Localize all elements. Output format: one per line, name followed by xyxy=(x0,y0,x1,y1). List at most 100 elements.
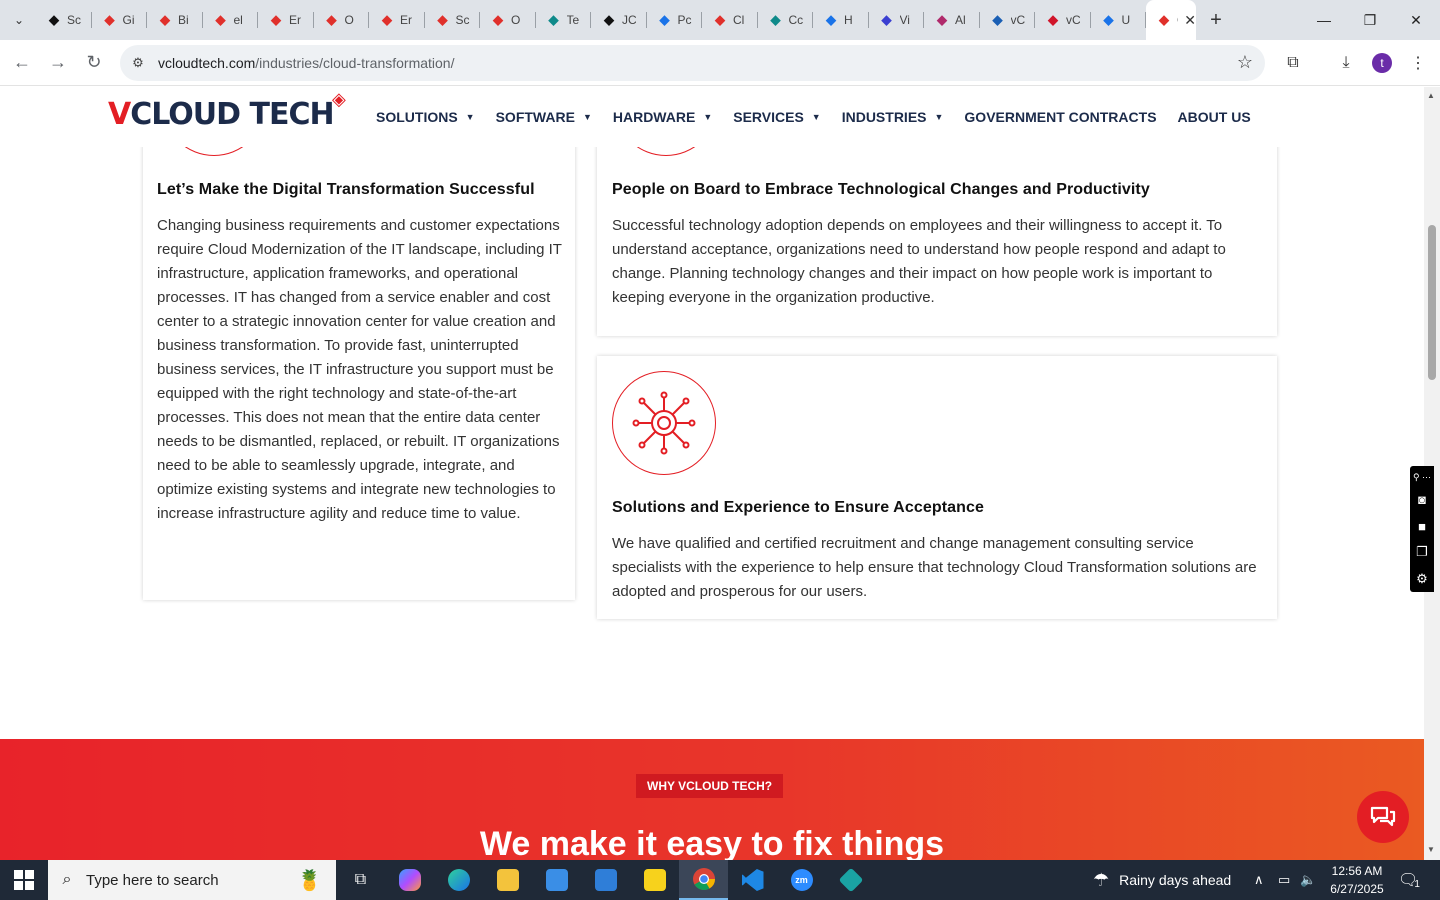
active-tab-title: Cl xyxy=(1177,13,1178,27)
avatar: t xyxy=(1372,53,1392,73)
video-icon[interactable]: ■ xyxy=(1418,513,1426,539)
zoom-icon[interactable]: zm xyxy=(777,860,826,900)
back-button[interactable]: ← xyxy=(4,45,40,81)
tab-search-button[interactable]: ⌄ xyxy=(6,7,32,33)
tab-title: H xyxy=(844,13,853,27)
scroll-up-icon[interactable]: ▲ xyxy=(1427,91,1435,100)
browser-tab[interactable]: ◆ el xyxy=(203,0,259,40)
download-icon[interactable]: ⤓ xyxy=(1331,48,1361,78)
red-v-icon: ◆ xyxy=(1048,12,1058,27)
task-view-icon[interactable]: ⧉ xyxy=(336,860,385,900)
nav-item-hardware[interactable]: HARDWARE ▼ xyxy=(613,109,712,125)
logo-text: CLOUD TECH xyxy=(130,97,334,132)
gitlab-like-red-icon: ◆ xyxy=(104,12,115,27)
volume-icon[interactable]: 🔈 xyxy=(1300,860,1316,900)
edge-icon[interactable] xyxy=(434,860,483,900)
chrome-icon[interactable] xyxy=(679,860,728,900)
scroll-thumb[interactable] xyxy=(1428,225,1436,380)
more-menu-icon[interactable]: ⋮ xyxy=(1403,48,1433,78)
browser-tab[interactable]: ◆ Cc xyxy=(758,0,814,40)
logo-tag-icon: ◈ xyxy=(332,89,346,110)
browser-tab[interactable]: ◆ O xyxy=(480,0,536,40)
app-diamond-icon[interactable] xyxy=(826,860,875,900)
browser-tab[interactable]: ◆ Er xyxy=(258,0,314,40)
restore-button[interactable]: ❐ xyxy=(1347,0,1393,40)
chat-button[interactable] xyxy=(1357,791,1409,843)
extensions-icon[interactable]: ⧉ xyxy=(1278,48,1308,78)
red-diamond-icon: ◆ xyxy=(715,12,725,27)
forward-button[interactable]: → xyxy=(40,45,76,81)
browser-tab[interactable]: ◆ Al xyxy=(924,0,980,40)
windows-logo-icon xyxy=(14,870,34,890)
network-gear-icon xyxy=(632,391,696,455)
browser-tab[interactable]: ◆ U xyxy=(1091,0,1147,40)
weather-widget[interactable]: ☂ Rainy days ahead xyxy=(1093,860,1231,900)
browser-tab[interactable]: ◆ JC xyxy=(591,0,647,40)
tab-title: JC xyxy=(622,13,636,27)
browser-tab-strip: ⌄ ◆ Sc ◆ Gi ◆ Bi ◆ el ◆ Er ◆ O ◆ Er ◆ Sc ◆ O ◆ Te ◆ JC ◆ Pc ◆ Cl ◆… xyxy=(0,0,1440,40)
why-badge: WHY VCLOUD TECH? xyxy=(636,774,784,798)
tab-title: Sc xyxy=(455,13,470,27)
link-icon[interactable]: ⚲ ⋯ xyxy=(1413,469,1431,487)
tab-title: Te xyxy=(566,13,580,27)
mail-icon[interactable] xyxy=(581,860,630,900)
show-hidden-icons[interactable]: ∧ xyxy=(1254,860,1264,900)
browser-tab[interactable]: ◆ Vi xyxy=(869,0,925,40)
close-window-button[interactable]: ✕ xyxy=(1393,0,1439,40)
tab-title: Sc xyxy=(67,13,81,27)
site-info-icon[interactable]: ⚙ xyxy=(124,49,152,77)
settings-gear-icon[interactable]: ⚙ xyxy=(1416,566,1428,592)
sticky-notes-icon[interactable] xyxy=(630,860,679,900)
nav-item-services[interactable]: SERVICES ▼ xyxy=(733,109,820,125)
store-icon[interactable] xyxy=(532,860,581,900)
network-icon[interactable]: ▭ xyxy=(1278,860,1290,900)
browser-tab[interactable]: ◆ Gi xyxy=(92,0,148,40)
nav-item-solutions[interactable]: SOLUTIONS ▼ xyxy=(376,109,475,125)
nav-item-about-us[interactable]: ABOUT US xyxy=(1178,109,1251,125)
browser-tab[interactable]: ◆ vC xyxy=(1035,0,1091,40)
start-button[interactable] xyxy=(0,860,48,900)
browser-tab[interactable]: ◆ O xyxy=(314,0,370,40)
browser-tab[interactable]: ◆ Pc xyxy=(647,0,703,40)
browser-tab[interactable]: ◆ Cl xyxy=(702,0,758,40)
nav-item-government-contracts[interactable]: GOVERNMENT CONTRACTS xyxy=(964,109,1156,125)
notification-center-icon[interactable]: 🗨 1 xyxy=(1398,860,1420,900)
vscode-icon[interactable] xyxy=(728,860,777,900)
url-text[interactable]: vcloudtech.com/industries/cloud-transfor… xyxy=(158,55,454,71)
bookmark-star-icon[interactable]: ☆ xyxy=(1237,52,1253,73)
reload-button[interactable]: ↻ xyxy=(76,45,112,81)
address-bar[interactable]: ⚙ vcloudtech.com/industries/cloud-transf… xyxy=(120,45,1265,81)
nav-item-label: GOVERNMENT CONTRACTS xyxy=(964,109,1157,125)
nav-item-software[interactable]: SOFTWARE ▼ xyxy=(496,109,592,125)
teal-circle-icon: ◆ xyxy=(548,12,559,27)
browser-tab[interactable]: ◆ Er xyxy=(369,0,425,40)
browser-tab[interactable]: ◆ Bi xyxy=(147,0,203,40)
taskbar-search[interactable]: ⌕ Type here to search 🍍 xyxy=(48,860,336,900)
minimize-button[interactable]: — xyxy=(1301,0,1347,40)
chat-bubbles-icon xyxy=(1370,806,1396,827)
browser-tab[interactable]: ◆ Te xyxy=(536,0,592,40)
browser-tab[interactable]: ◆ Sc xyxy=(36,0,92,40)
tab-title: Er xyxy=(289,13,301,27)
chevron-down-icon: ⌄ xyxy=(13,13,25,27)
screen-capture-toolbar: ⚲ ⋯ ◙ ■ ❐ ⚙ xyxy=(1410,466,1434,592)
card-body: Successful technology adoption depends o… xyxy=(612,217,1226,306)
nav-item-industries[interactable]: INDUSTRIES ▼ xyxy=(842,109,944,125)
scroll-down-icon[interactable]: ▼ xyxy=(1427,845,1435,854)
profile-button[interactable]: t xyxy=(1367,48,1397,78)
nav-item-label: ABOUT US xyxy=(1177,109,1251,125)
file-explorer-icon[interactable] xyxy=(483,860,532,900)
camera-icon[interactable]: ◙ xyxy=(1418,487,1426,513)
close-tab-icon[interactable]: ✕ xyxy=(1184,12,1196,29)
browser-tab[interactable]: ◆ Sc xyxy=(425,0,481,40)
new-tab-button[interactable]: + xyxy=(1202,6,1230,34)
browser-tab[interactable]: ◆ vC xyxy=(980,0,1036,40)
teal-circle-icon: ◆ xyxy=(770,12,781,27)
active-tab[interactable]: ◆ Cl ✕ xyxy=(1146,0,1196,40)
copilot-icon[interactable] xyxy=(385,860,434,900)
system-clock[interactable]: 12:56 AM 6/27/2025 xyxy=(1322,862,1392,898)
browser-tab[interactable]: ◆ H xyxy=(813,0,869,40)
window-capture-icon[interactable]: ❐ xyxy=(1416,539,1428,565)
site-logo[interactable]: VCLOUD TECH ◈ xyxy=(108,89,346,132)
caret-down-icon: ▼ xyxy=(582,112,592,122)
